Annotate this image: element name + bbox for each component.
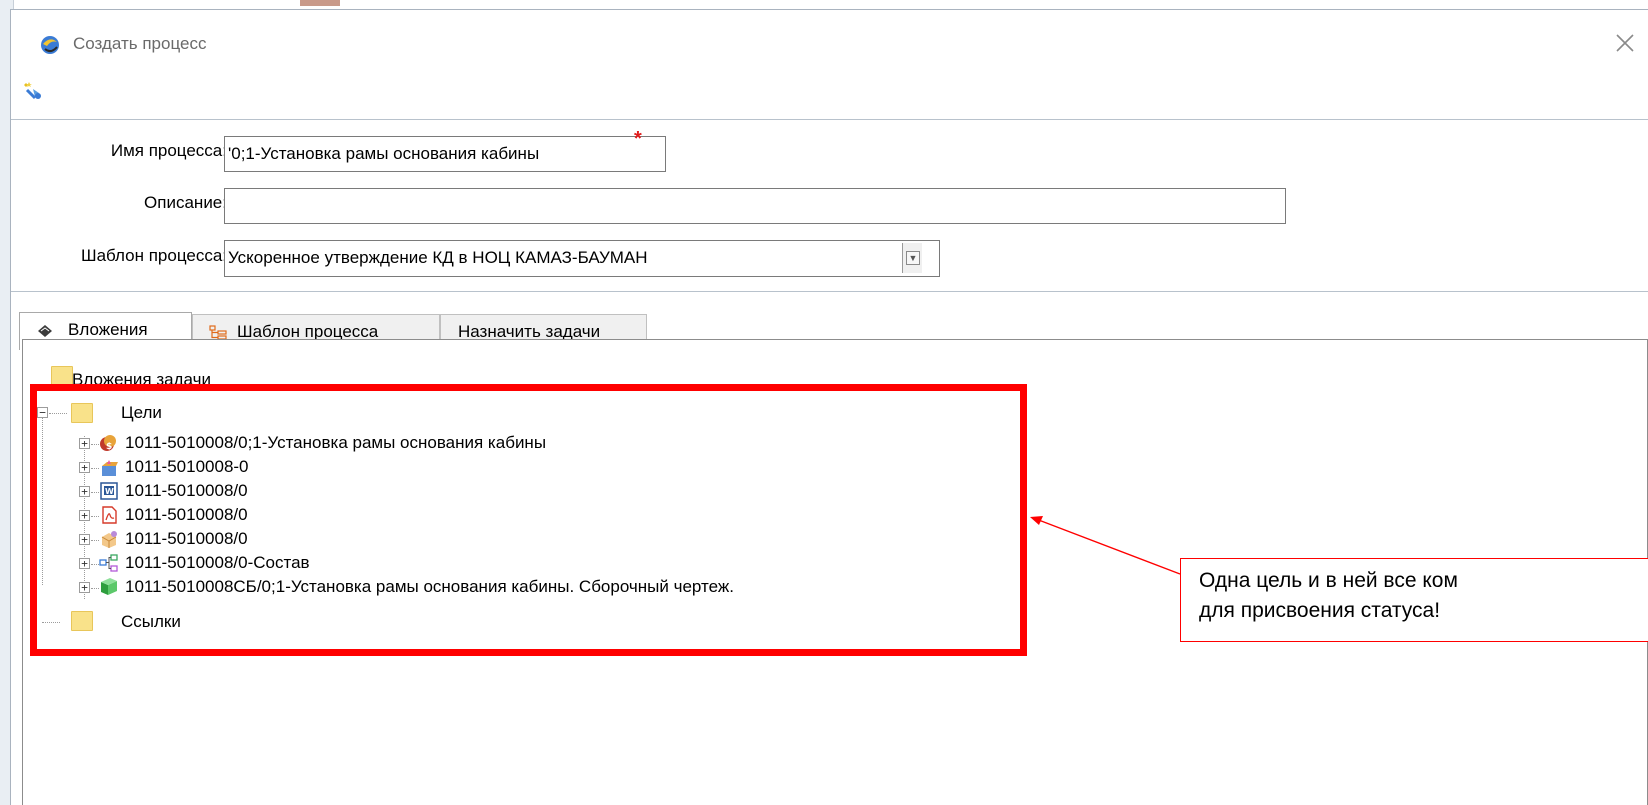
required-indicator: * — [634, 128, 642, 150]
annotation-callout: Одна цель и в ней все ком для присвоения… — [1180, 558, 1648, 642]
wizard-icon[interactable] — [21, 80, 43, 102]
folder-icon — [51, 366, 73, 386]
app-icon — [41, 36, 59, 54]
attachments-icon — [38, 325, 52, 337]
annotation-line-2: для присвоения статуса! — [1199, 599, 1441, 622]
process-name-input[interactable]: '0;1-Установка рамы основания кабины — [224, 136, 666, 172]
annotation-line-1: Одна цель и в ней все ком — [1199, 569, 1458, 592]
process-name-label: Имя процесса: — [110, 141, 227, 160]
process-template-select[interactable]: Ускоренное утверждение КД в НОЦ КАМАЗ-БА… — [224, 240, 940, 277]
title-bar: Создать процесс — [11, 10, 1648, 66]
background-window-fragment — [300, 0, 340, 6]
process-template-label: Шаблон процесса: — [81, 246, 227, 265]
template-dropdown-button[interactable]: ▼ — [902, 243, 922, 273]
dialog-title: Создать процесс — [73, 34, 207, 53]
highlight-frame — [30, 384, 1027, 656]
chevron-down-icon: ▼ — [906, 251, 920, 265]
close-icon[interactable] — [1612, 30, 1638, 56]
form-separator — [11, 291, 1648, 292]
tab-label: Вложения — [68, 320, 148, 339]
description-label: Описание: — [144, 193, 227, 212]
toolbar-separator — [11, 119, 1648, 120]
description-input[interactable] — [224, 188, 1286, 224]
